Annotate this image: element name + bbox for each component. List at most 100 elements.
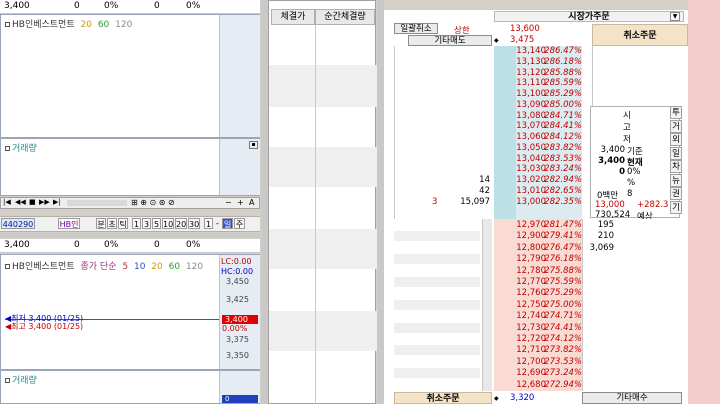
bid-price[interactable]: 12,790 [496, 254, 546, 264]
nav-scroll-track[interactable] [67, 200, 127, 206]
chart-splitter[interactable] [0, 233, 260, 238]
ask-price[interactable]: 13,040 [496, 154, 546, 164]
cancel-order-header[interactable]: 취소주문 [592, 24, 688, 46]
bid-row[interactable]: 12,790 276.18% [384, 254, 720, 265]
side-tab[interactable]: 거 [670, 119, 682, 133]
order-book[interactable]: 시장가주문 ▼ 일괄취소 상한 13,600 기타매도 ◆ 3,475 취소주문… [384, 0, 720, 404]
side-tab[interactable]: 뉴 [670, 173, 682, 187]
side-tab[interactable]: 투 [670, 106, 682, 119]
bid-row[interactable]: 12,760 275.29% [384, 288, 720, 298]
bid-row[interactable]: 12,680 272.94% [384, 380, 720, 390]
chart-navigation-bar[interactable]: |◀ ◀◀ ■ ▶▶ ▶| ⊞ ⊕ ⊙ ⊛ ⊘ − + A [0, 197, 260, 209]
ask-price[interactable]: 13,060 [496, 132, 546, 142]
ask-price[interactable]: 13,030 [496, 164, 546, 174]
ask-row[interactable]: 13,140 286.47% [384, 46, 720, 56]
nav-first-icon[interactable]: |◀ [3, 198, 11, 206]
ask-price[interactable]: 13,140 [496, 46, 546, 56]
nav-last-icon[interactable]: ▶| [53, 198, 61, 206]
ask-price[interactable]: 13,020 [496, 175, 546, 185]
bottom-price-chart[interactable]: HB인베스트먼트 종가 단순 5 10 20 60 120 LC:0.00 HC… [0, 254, 260, 370]
bid-price[interactable]: 12,900 [496, 231, 546, 241]
buy-other-button[interactable]: 기타매수 [582, 392, 682, 404]
bid-price[interactable]: 12,770 [496, 277, 546, 287]
bid-price[interactable]: 12,730 [496, 323, 546, 333]
bid-row[interactable]: 12,770 275.59% [384, 277, 720, 287]
bottom-volume-chart[interactable]: 거래량 0 [0, 370, 260, 404]
nav-tools-icon[interactable]: ⊞ ⊕ ⊙ ⊛ ⊘ [131, 198, 175, 207]
top-volume-chart[interactable]: 거래량 ▪ [0, 138, 260, 196]
ask-price[interactable]: 13,070 [496, 121, 546, 131]
text-size-icon[interactable]: A [249, 198, 254, 207]
bid-price[interactable]: 12,740 [496, 311, 546, 321]
ask-price[interactable]: 13,110 [496, 78, 546, 88]
bid-row[interactable]: 12,720 274.12% [384, 334, 720, 344]
ask-price[interactable]: 13,000 [496, 197, 546, 207]
side-tab[interactable]: 기 [670, 200, 682, 214]
sell-other-stepper[interactable]: ◆ [494, 35, 502, 46]
period-30[interactable]: 30 [188, 218, 200, 229]
bid-price[interactable]: 12,780 [496, 266, 546, 276]
sell-other-button[interactable]: 기타매도 [408, 35, 492, 46]
period-day[interactable]: 일 [222, 218, 233, 229]
bid-price[interactable]: 12,750 [496, 300, 546, 310]
bid-price[interactable]: 12,970 [496, 220, 546, 230]
bid-row[interactable]: 12,710 273.82% [384, 345, 720, 356]
bid-row[interactable]: 12,780 275.88% [384, 266, 720, 276]
period-10[interactable]: 10 [162, 218, 174, 229]
ask-price[interactable]: 13,120 [496, 68, 546, 78]
ask-row[interactable]: 13,120 285.88% [384, 68, 720, 78]
ask-price[interactable]: 13,050 [496, 143, 546, 153]
stock-code-input[interactable]: 440290 [1, 218, 35, 229]
period-week[interactable]: 주 [234, 218, 245, 229]
bid-row[interactable]: 12,730 274.41% [384, 322, 720, 333]
bid-price[interactable]: 12,680 [496, 380, 546, 390]
bulk-cancel-button[interactable]: 일괄취소 [394, 23, 438, 34]
nav-stop-icon[interactable]: ■ [29, 198, 36, 206]
bid-row[interactable]: 12,900 279.41% 210 [384, 231, 720, 242]
period-20[interactable]: 20 [175, 218, 187, 229]
bid-price[interactable]: 12,710 [496, 345, 546, 355]
zoom-in-icon[interactable]: + [237, 198, 244, 207]
bid-price[interactable]: 12,700 [496, 357, 546, 367]
ask-row[interactable]: 13,110 285.59% [384, 78, 720, 88]
nav-next-icon[interactable]: ▶▶ [39, 198, 50, 206]
side-tab[interactable]: 권 [670, 187, 682, 200]
side-tab[interactable]: 차 [670, 160, 682, 173]
bid-row[interactable]: 12,690 273.24% [384, 368, 720, 379]
period-custom[interactable]: 1 [204, 218, 213, 229]
side-tab[interactable]: 외 [670, 133, 682, 146]
stock-name-button[interactable]: HB인 [58, 218, 80, 229]
zoom-out-icon[interactable]: − [225, 198, 232, 207]
cancel-order-bottom[interactable]: 취소주문 [394, 392, 492, 404]
bottom-stepper[interactable]: ◆ [494, 393, 502, 404]
nav-prev-icon[interactable]: ◀◀ [15, 198, 26, 206]
mid-right-splitter[interactable] [377, 0, 384, 404]
order-type-dropdown[interactable]: ▼ [670, 12, 680, 21]
ask-price[interactable]: 13,090 [496, 100, 546, 110]
ask-price[interactable]: 13,010 [496, 186, 546, 196]
ask-row[interactable]: 13,100 285.29% [384, 89, 720, 99]
bid-row[interactable]: 12,970 281.47% 195 [384, 220, 720, 230]
scroll-up-icon[interactable]: ▪ [249, 141, 258, 149]
trade-list[interactable]: 체결가 순간체결량 [268, 0, 377, 404]
bid-price[interactable]: 12,720 [496, 334, 546, 344]
ask-price[interactable]: 13,130 [496, 57, 546, 67]
bid-row[interactable]: 12,700 273.53% [384, 357, 720, 367]
bid-row[interactable]: 12,740 274.71% [384, 311, 720, 321]
bid-row[interactable]: 12,750 275.00% [384, 299, 720, 310]
period-second[interactable]: 초 [107, 218, 117, 229]
period-1[interactable]: 1 [132, 218, 141, 229]
period-3[interactable]: 3 [142, 218, 151, 229]
period-minute[interactable]: 분 [96, 218, 106, 229]
ask-price[interactable]: 13,080 [496, 111, 546, 121]
ask-price[interactable]: 13,100 [496, 89, 546, 99]
bid-price[interactable]: 12,760 [496, 288, 546, 298]
period-5[interactable]: 5 [152, 218, 161, 229]
bid-row[interactable]: 12,800 276.47% 3,069 [384, 243, 720, 253]
bid-price[interactable]: 12,690 [496, 368, 546, 378]
side-tab[interactable]: 일 [670, 146, 682, 160]
period-tick[interactable]: 틱 [118, 218, 128, 229]
ask-row[interactable]: 13,130 286.18% [384, 57, 720, 67]
bid-price[interactable]: 12,800 [496, 243, 546, 253]
left-mid-splitter[interactable] [261, 0, 268, 404]
